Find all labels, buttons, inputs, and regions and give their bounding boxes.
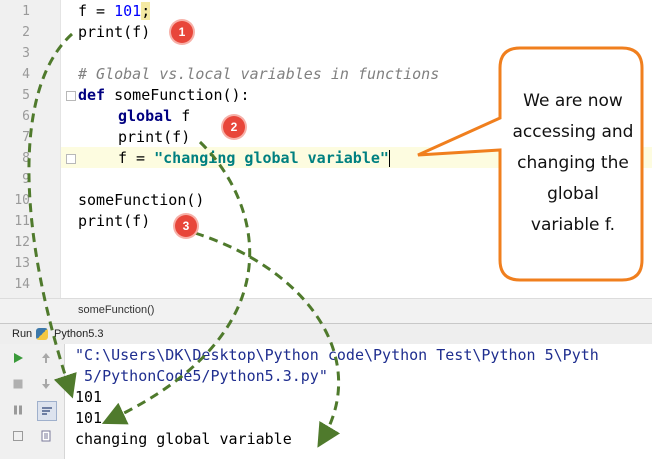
- line-number: 3: [22, 46, 30, 61]
- run-tool-window-header: Run Python5.3: [0, 323, 652, 345]
- fold-marker-icon[interactable]: [66, 91, 76, 101]
- code-line-8[interactable]: f = "changing global variable": [118, 148, 390, 169]
- line-number: 13: [14, 256, 30, 271]
- code-line-11[interactable]: print(f): [78, 211, 150, 232]
- breadcrumb-item[interactable]: someFunction(): [78, 304, 154, 316]
- line-number: 12: [14, 235, 30, 250]
- stop-icon[interactable]: [9, 375, 27, 393]
- code-line-1[interactable]: f = 101;: [78, 1, 151, 22]
- line-number-gutter[interactable]: 1 2 3 4 5 6 7 8 9 10 11 12 13 14: [0, 0, 61, 298]
- run-console-output[interactable]: "C:\Users\DK\Desktop\Python code\Python …: [65, 344, 652, 459]
- print-icon[interactable]: [37, 427, 55, 445]
- line-number: 7: [22, 130, 30, 145]
- code-line-7[interactable]: print(f): [118, 127, 190, 148]
- console-command-line: 5/PythonCode5/Python5.3.py": [75, 367, 328, 385]
- console-output-line: changing global variable: [75, 430, 292, 448]
- console-output-line: 101: [75, 388, 103, 406]
- callout-line: changing the: [517, 153, 629, 173]
- line-number: 6: [22, 109, 30, 124]
- code-line-4[interactable]: # Global vs.local variables in functions: [78, 64, 439, 85]
- text-cursor: [388, 150, 390, 167]
- callout-line: accessing and: [512, 122, 634, 142]
- pause-icon[interactable]: [9, 401, 27, 419]
- step-badge-1: 1: [171, 21, 193, 43]
- run-toolbar: [0, 344, 65, 459]
- play-icon[interactable]: [9, 349, 27, 367]
- code-line-10[interactable]: someFunction(): [78, 190, 204, 211]
- step-badge-2: 2: [223, 116, 245, 138]
- run-label: Run: [12, 328, 33, 340]
- code-line-6[interactable]: global f: [118, 106, 190, 127]
- arrow-up-icon[interactable]: [37, 349, 55, 367]
- run-config-tab[interactable]: Python5.3: [54, 328, 104, 340]
- callout-line: global: [547, 184, 599, 204]
- step-badge-3: 3: [175, 215, 197, 237]
- console-command-line: "C:\Users\DK\Desktop\Python code\Python …: [75, 346, 599, 364]
- breadcrumb: someFunction(): [0, 298, 652, 323]
- close-icon[interactable]: [9, 427, 27, 445]
- fold-marker-icon[interactable]: [66, 154, 76, 164]
- line-number: 5: [22, 88, 30, 103]
- soft-wrap-icon[interactable]: [37, 401, 57, 421]
- line-number: 11: [14, 214, 30, 229]
- arrow-down-icon[interactable]: [37, 375, 55, 393]
- line-number: 4: [22, 67, 30, 82]
- line-number: 1: [22, 4, 30, 19]
- line-number: 8: [22, 151, 30, 166]
- line-number: 14: [14, 277, 30, 292]
- line-number: 10: [14, 193, 30, 208]
- code-line-5[interactable]: def someFunction():: [78, 85, 250, 106]
- python-icon: [36, 328, 48, 340]
- callout-line: We are now: [523, 91, 623, 111]
- callout-text: We are now accessing and changing the gl…: [505, 86, 641, 241]
- callout-line: variable f.: [530, 215, 616, 235]
- code-line-2[interactable]: print(f): [78, 22, 150, 43]
- line-number: 2: [22, 25, 30, 40]
- line-number: 9: [22, 172, 30, 187]
- console-output-line: 101: [75, 409, 103, 427]
